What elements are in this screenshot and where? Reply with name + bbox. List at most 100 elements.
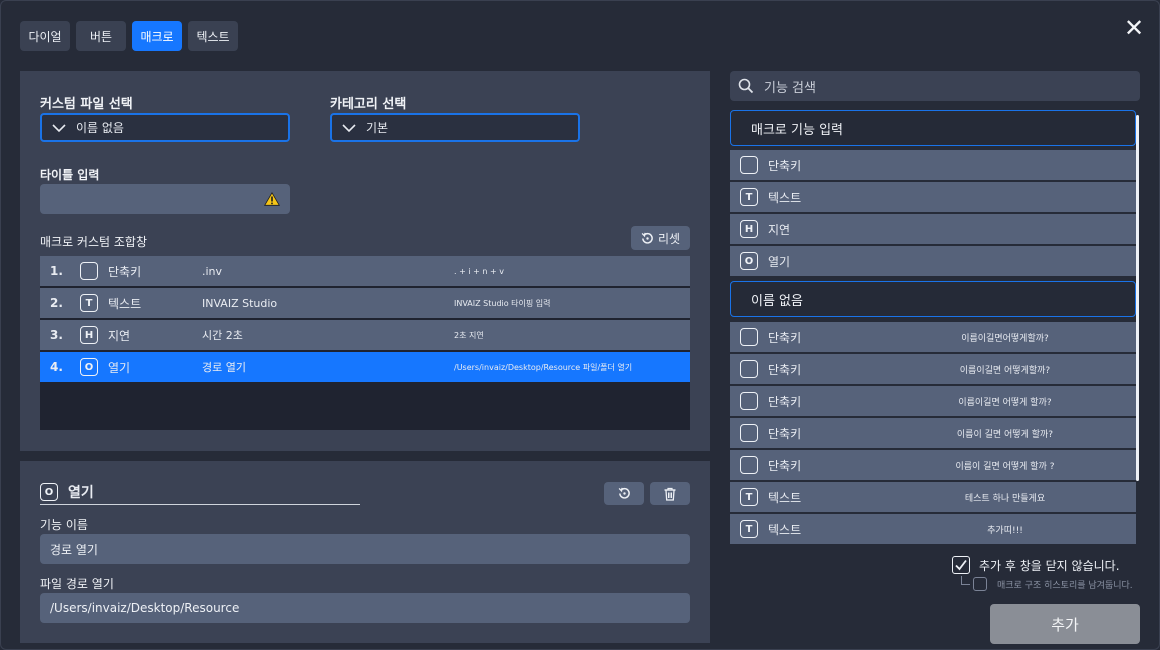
row-value: 시간 2초 — [202, 329, 243, 342]
func-name-input[interactable]: 경로 열기 — [40, 534, 690, 564]
title-input[interactable] — [40, 184, 290, 214]
history-label: 매크로 구조 히스토리를 남겨둡니다. — [997, 581, 1133, 591]
tab-text[interactable]: 텍스트 — [188, 21, 238, 51]
open-icon: O — [40, 483, 58, 501]
item-name: 단축키 — [768, 458, 802, 473]
item-desc: 이름이 길면 어떻게 할까? — [956, 429, 1054, 440]
shortcut-icon — [740, 424, 758, 442]
shortcut-icon — [740, 360, 758, 378]
shortcut-icon — [740, 456, 758, 474]
custom-file-select[interactable]: 이름 없음 — [40, 113, 290, 142]
delay-icon: H — [80, 326, 98, 344]
category-select[interactable]: 기본 — [330, 113, 580, 142]
row-value: 경로 열기 — [202, 361, 246, 374]
path-input[interactable]: /Users/invaiz/Desktop/Resource — [40, 593, 690, 623]
row-desc: INVAIZ Studio 타이핑 입력 — [454, 298, 551, 308]
delay-icon: H — [740, 220, 758, 238]
row-name: 단축키 — [108, 264, 142, 279]
macro-row[interactable]: 1. 단축키 .inv . + i + n + v — [40, 256, 690, 286]
reset-item-button[interactable] — [604, 482, 644, 505]
add-button[interactable]: 추가 — [990, 604, 1140, 644]
tab-button[interactable]: 버튼 — [76, 21, 126, 51]
item-desc: 이름이길면 어떻게 할까? — [958, 397, 1052, 408]
item-name: 지연 — [768, 222, 791, 237]
macro-row[interactable]: 2. T 텍스트 INVAIZ Studio INVAIZ Studio 타이핑… — [40, 288, 690, 318]
history-checkbox[interactable] — [973, 577, 987, 591]
keep-open-checkbox[interactable] — [952, 556, 970, 574]
text-icon: T — [740, 188, 758, 206]
chevron-down-icon — [52, 123, 66, 132]
category-label: 카테고리 선택 — [330, 97, 407, 112]
trash-icon — [664, 487, 676, 501]
func-name-label: 기능 이름 — [40, 518, 88, 532]
path-label: 파일 경로 열기 — [40, 577, 114, 591]
group-unnamed[interactable]: 이름 없음 — [730, 281, 1136, 317]
reset-button[interactable]: 리셋 — [631, 226, 690, 250]
list-item[interactable]: 단축키 이름이길면어떻게할까? — [730, 322, 1136, 352]
close-icon[interactable]: ✕ — [1121, 15, 1147, 41]
list-item[interactable]: 단축키 이름이길면 어떻게할까? — [730, 354, 1136, 384]
item-desc: 이름이길면어떻게할까? — [961, 333, 1049, 344]
warning-icon — [264, 192, 280, 206]
check-icon — [955, 559, 967, 571]
reset-icon — [618, 487, 630, 499]
group-macro-functions[interactable]: 매크로 기능 입력 — [730, 110, 1136, 146]
detail-title: 열기 — [68, 485, 94, 501]
item-name: 단축키 — [768, 330, 802, 345]
reset-label: 리셋 — [657, 231, 681, 246]
row-name: 열기 — [108, 360, 131, 375]
item-name: 단축키 — [768, 362, 802, 377]
row-value: INVAIZ Studio — [202, 296, 278, 310]
list-item[interactable]: 단축키 — [730, 150, 1136, 180]
row-number: 3. — [50, 328, 63, 342]
list-item[interactable]: 단축키 이름이길면 어떻게 할까? — [730, 386, 1136, 416]
item-desc: 테스트 하나 만들게요 — [964, 493, 1046, 504]
row-desc: 2초 지연 — [454, 330, 484, 340]
item-name: 텍스트 — [768, 522, 802, 537]
list-item[interactable]: O 열기 — [730, 246, 1136, 276]
row-name: 지연 — [108, 328, 131, 343]
macro-row[interactable]: 3. H 지연 시간 2초 2초 지연 — [40, 320, 690, 350]
sidebar-scrollbar[interactable] — [1136, 115, 1139, 481]
row-desc: . + i + n + v — [454, 266, 504, 276]
item-desc: 이름이 길면 어떻게 할까 ? — [955, 461, 1055, 472]
open-icon: O — [740, 252, 758, 270]
text-icon: T — [80, 294, 98, 312]
search-placeholder: 기능 검색 — [764, 80, 816, 96]
list-item[interactable]: 단축키 이름이 길면 어떻게 할까 ? — [730, 450, 1136, 480]
item-name: 단축키 — [768, 426, 802, 441]
list-item[interactable]: T 텍스트 추가띠!!! — [730, 514, 1136, 544]
list-item[interactable]: T 텍스트 테스트 하나 만들게요 — [730, 482, 1136, 512]
function-search-input[interactable]: 기능 검색 — [730, 71, 1140, 101]
item-name: 텍스트 — [768, 190, 802, 205]
row-number: 4. — [50, 360, 63, 374]
item-desc: 추가띠!!! — [987, 525, 1023, 536]
text-icon: T — [740, 520, 758, 538]
shortcut-icon — [740, 328, 758, 346]
tab-macro[interactable]: 매크로 — [132, 21, 182, 51]
row-number: 2. — [50, 296, 63, 310]
delete-button[interactable] — [650, 482, 690, 505]
row-desc: /Users/invaiz/Desktop/Resource 파일/폴더 열기 — [454, 362, 633, 372]
shortcut-icon — [740, 156, 758, 174]
shortcut-icon — [740, 392, 758, 410]
macro-dialog: 다이얼 버튼 매크로 텍스트 ✕ 커스텀 파일 선택 이름 없음 카테고리 선택… — [0, 0, 1160, 650]
row-name: 텍스트 — [108, 296, 142, 311]
tree-branch-line — [961, 576, 970, 585]
macro-row-selected[interactable]: 4. O 열기 경로 열기 /Users/invaiz/Desktop/Reso… — [40, 352, 690, 382]
row-value: .inv — [202, 264, 223, 278]
keep-open-label: 추가 후 창을 닫지 않습니다. — [979, 559, 1120, 573]
macro-combo-table: 1. 단축키 .inv . + i + n + v 2. T 텍스트 INVAI… — [40, 256, 690, 430]
list-item[interactable]: 단축키 이름이 길면 어떻게 할까? — [730, 418, 1136, 448]
text-icon: T — [740, 488, 758, 506]
list-item[interactable]: H 지연 — [730, 214, 1136, 244]
tab-dial[interactable]: 다이얼 — [20, 21, 70, 51]
row-number: 1. — [50, 264, 63, 278]
list-item[interactable]: T 텍스트 — [730, 182, 1136, 212]
custom-file-value: 이름 없음 — [76, 121, 124, 135]
item-name: 단축키 — [768, 394, 802, 409]
item-desc: 이름이길면 어떻게할까? — [959, 365, 1051, 376]
open-icon: O — [80, 358, 98, 376]
item-name: 단축키 — [768, 158, 802, 173]
combo-label: 매크로 커스텀 조합창 — [40, 235, 147, 249]
